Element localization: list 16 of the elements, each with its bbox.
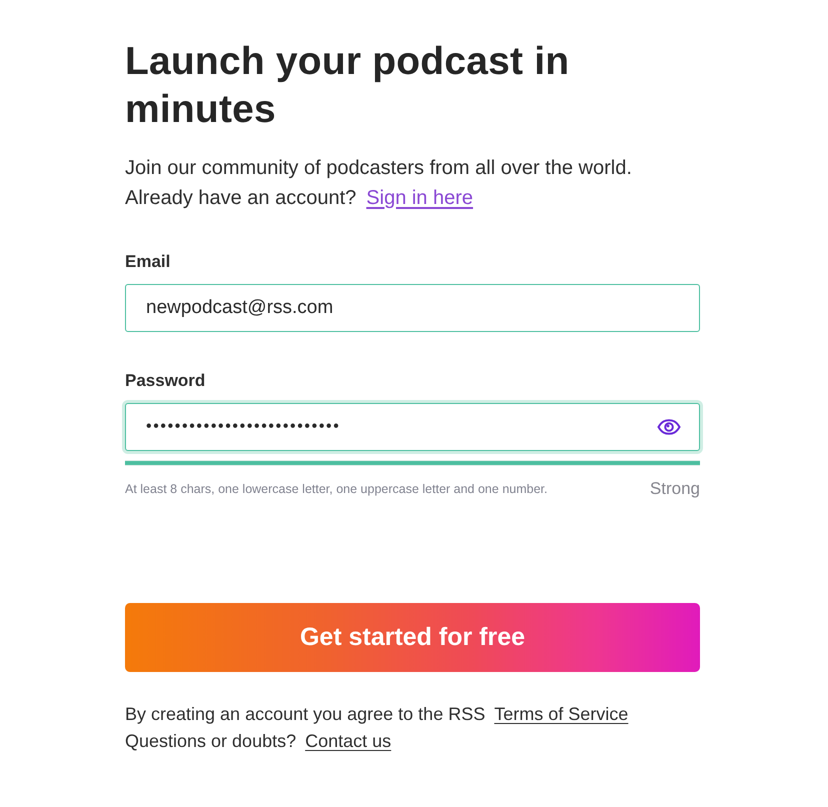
contact-link[interactable]: Contact us [305,728,392,755]
password-hint: At least 8 chars, one lowercase letter, one uppercase letter and one number. [125,481,548,498]
password-label: Password [125,370,206,392]
terms-text: By creating an account you agree to the RSS [125,703,486,726]
password-field[interactable]: ••••••••••••••••••••••••••• [125,403,700,451]
email-field[interactable]: newpodcast@rss.com [125,284,700,332]
page-heading: Launch your podcast in minutes [125,39,570,133]
strength-reading: Strong [650,478,700,500]
eye-icon[interactable] [657,419,681,435]
intro-text: Join our community of podcasters from all over the world. [125,156,633,181]
terms-link[interactable]: Terms of Service [494,701,628,728]
sign-in-link[interactable]: Sign in here [366,183,474,213]
questions-text: Questions or doubts? [125,730,296,753]
get-started-button[interactable]: Get started for free [125,603,700,672]
email-label: Email [125,251,170,273]
account-prompt: Already have an account? [125,186,356,211]
